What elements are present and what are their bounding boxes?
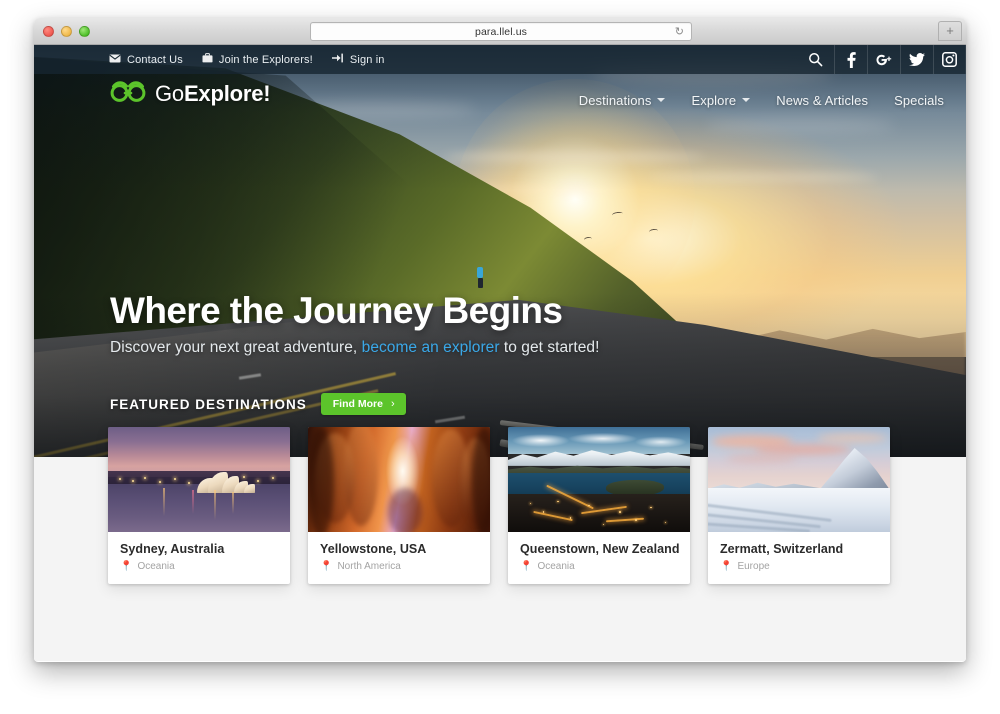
page-viewport: Contact Us Join the Explorers! Sign in G…: [34, 45, 966, 661]
card-region: 📍 Oceania: [520, 561, 678, 572]
instagram-icon[interactable]: [933, 45, 966, 74]
logo-text-light: Go: [155, 80, 184, 106]
card-photo-queenstown: [508, 427, 690, 532]
chevron-right-icon: ›: [390, 398, 395, 410]
destination-card[interactable]: Sydney, Australia 📍 Oceania: [108, 427, 290, 584]
featured-heading-row: FEATURED DESTINATIONS Find More ›: [110, 393, 406, 415]
sign-in-icon: [331, 53, 344, 66]
new-tab-button[interactable]: +: [938, 21, 962, 41]
utility-social-group: [796, 45, 966, 74]
card-region-label: Europe: [737, 561, 770, 572]
browser-titlebar: para.llel.us ↻ +: [34, 18, 966, 45]
find-more-button[interactable]: Find More ›: [320, 393, 406, 415]
site-logo-text: GoExplore!: [155, 80, 271, 107]
hero-subtitle: Discover your next great adventure, beco…: [110, 339, 830, 357]
map-pin-icon: 📍: [720, 560, 733, 572]
card-caption: Zermatt, Switzerland 📍 Europe: [708, 532, 890, 584]
destination-card[interactable]: Yellowstone, USA 📍 North America: [308, 427, 490, 584]
chevron-down-icon: [742, 98, 751, 102]
page-title: Where the Journey Begins: [110, 290, 563, 331]
utility-link-label: Join the Explorers!: [218, 53, 313, 66]
card-caption: Yellowstone, USA 📍 North America: [308, 532, 490, 584]
utility-link-join[interactable]: Join the Explorers!: [202, 53, 313, 66]
utility-link-label: Sign in: [349, 53, 385, 66]
site-logo[interactable]: GoExplore!: [110, 80, 271, 107]
nav-item-explore[interactable]: Explore: [691, 92, 751, 108]
card-photo-zermatt: [708, 427, 890, 532]
nav-item-label: Destinations: [578, 92, 652, 108]
search-icon[interactable]: [796, 45, 834, 74]
hero-banner: Contact Us Join the Explorers! Sign in G…: [34, 45, 966, 472]
card-title: Zermatt, Switzerland: [720, 542, 844, 556]
card-region: 📍 Oceania: [120, 561, 278, 572]
minimize-window-button[interactable]: [61, 26, 72, 37]
binoculars-logo-icon: [110, 80, 146, 107]
nav-item-label: Specials: [894, 92, 944, 108]
close-window-button[interactable]: [43, 26, 54, 37]
featured-destinations-section: Sydney, Australia 📍 Oceania Yellowstone,…: [34, 427, 966, 661]
map-pin-icon: 📍: [520, 560, 533, 572]
card-caption: Queenstown, New Zealand 📍 Oceania: [508, 532, 690, 584]
utility-links: Contact Us Join the Explorers! Sign in: [109, 45, 385, 74]
main-navigation: GoExplore! Destinations Explore News & A…: [34, 74, 966, 126]
utility-link-contact-us[interactable]: Contact Us: [109, 54, 183, 66]
facebook-icon[interactable]: [834, 45, 867, 74]
nav-item-destinations[interactable]: Destinations: [579, 93, 666, 108]
card-caption: Sydney, Australia 📍 Oceania: [108, 532, 290, 584]
utility-bar: Contact Us Join the Explorers! Sign in: [34, 45, 966, 74]
map-pin-icon: 📍: [120, 560, 133, 572]
photo-clouds: [508, 431, 690, 451]
url-text: para.llel.us: [475, 26, 527, 38]
card-title: Yellowstone, USA: [320, 542, 427, 556]
envelope-icon: [109, 54, 121, 66]
hero-subtitle-link[interactable]: become an explorer: [362, 339, 500, 356]
card-photo-sydney: [108, 427, 290, 532]
photo-sky: [108, 427, 290, 478]
card-region-label: North America: [337, 561, 401, 572]
utility-link-sign-in[interactable]: Sign in: [331, 53, 385, 66]
nav-item-label: News & Articles: [776, 92, 869, 108]
card-region: 📍 Europe: [720, 561, 878, 572]
nav-links: Destinations Explore News & Articles Spe…: [579, 74, 944, 126]
card-title: Queenstown, New Zealand: [520, 542, 680, 556]
nav-item-label: Explore: [691, 92, 737, 108]
briefcase-icon: [202, 53, 213, 66]
find-more-label: Find More: [332, 398, 383, 410]
hero-subtitle-before: Discover your next great adventure,: [110, 338, 362, 356]
window-controls: [43, 26, 90, 37]
twitter-icon[interactable]: [900, 45, 933, 74]
destination-card[interactable]: Queenstown, New Zealand 📍 Oceania: [508, 427, 690, 584]
photo-island: [606, 479, 665, 496]
utility-link-label: Contact Us: [127, 53, 183, 66]
google-plus-icon[interactable]: [867, 45, 900, 74]
chevron-down-icon: [657, 98, 666, 102]
card-title: Sydney, Australia: [120, 542, 225, 556]
photo-opera-house: [195, 471, 257, 494]
logo-text-bold: Explore!: [183, 80, 271, 106]
hero-subtitle-after: to get started!: [499, 338, 600, 356]
card-region-label: Oceania: [137, 561, 175, 572]
destination-card[interactable]: Zermatt, Switzerland 📍 Europe: [708, 427, 890, 584]
nav-item-news-articles[interactable]: News & Articles: [776, 93, 868, 108]
zoom-window-button[interactable]: [79, 26, 90, 37]
hero-copy: Where the Journey Begins Discover your n…: [110, 291, 830, 357]
featured-section-title: FEATURED DESTINATIONS: [110, 396, 307, 412]
address-bar[interactable]: para.llel.us ↻: [310, 22, 692, 41]
reload-icon[interactable]: ↻: [675, 26, 684, 38]
card-photo-yellowstone: [308, 427, 490, 532]
map-pin-icon: 📍: [320, 560, 333, 572]
card-region-label: Oceania: [537, 561, 575, 572]
nav-item-specials[interactable]: Specials: [894, 93, 944, 108]
card-region: 📍 North America: [320, 561, 478, 572]
destination-card-row: Sydney, Australia 📍 Oceania Yellowstone,…: [108, 427, 890, 584]
browser-window: para.llel.us ↻ + Contact Us Join the Exp…: [34, 18, 966, 662]
